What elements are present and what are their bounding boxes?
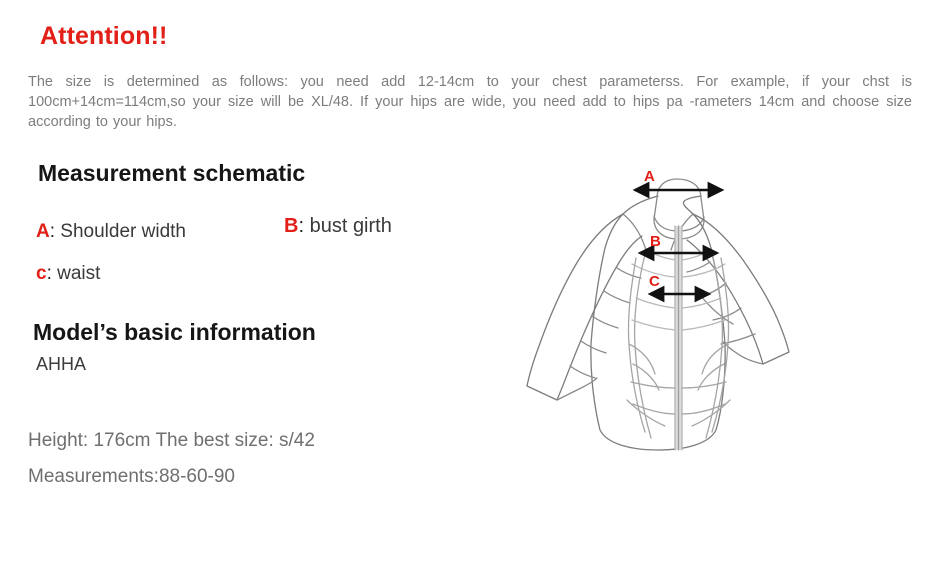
quilt-chest-left	[645, 249, 676, 261]
quilt-row-3-left	[631, 319, 676, 331]
legend-key-a: A	[36, 221, 50, 242]
page-title: Attention!!	[40, 22, 168, 50]
quilt-row-4-right	[681, 381, 727, 389]
quilt-row-3-right	[681, 319, 726, 331]
arrow-label-b: B	[650, 233, 661, 250]
sleeve-right-seg-4	[720, 333, 756, 345]
sleeve-left-outline	[526, 213, 643, 401]
sleeve-left-seg-4	[580, 340, 607, 354]
sleeve-left-seg-3	[591, 315, 619, 329]
jacket-illustration	[505, 138, 845, 478]
quilt-row-2-right	[681, 297, 722, 309]
legend-colon-a: :	[49, 221, 56, 242]
sleeve-right-outline	[686, 213, 790, 365]
sleeve-left-seg-2	[603, 290, 631, 304]
legend-key-c: c	[36, 263, 47, 284]
model-info-heading: Model’s basic information	[33, 319, 316, 345]
legend-item-a: A: Shoulder width	[36, 221, 186, 243]
legend-text-c: waist	[57, 263, 101, 284]
quilt-row-2-left	[635, 297, 676, 309]
sleeve-left-seg-1	[616, 267, 642, 279]
arrow-label-c: C	[649, 273, 660, 290]
sleeve-right-seg-1	[686, 261, 711, 273]
sleeve-left-cuff	[556, 377, 598, 401]
model-name: AHHA	[36, 354, 87, 374]
intro-paragraph: The size is determined as follows: you n…	[28, 74, 912, 130]
sleeve-right-seg-3	[712, 307, 742, 321]
product-size-guide-page: Attention!! The size is determined as fo…	[0, 0, 930, 564]
jacket-diagram-svg	[526, 178, 790, 451]
measurement-schematic-heading: Measurement schematic	[38, 160, 306, 186]
quilt-row-4-left	[630, 381, 676, 389]
model-height-and-size: Height: 176cm The best size: s/42	[28, 430, 315, 451]
legend-colon-b: :	[298, 215, 305, 237]
legend-item-b: B: bust girth	[284, 215, 392, 238]
shoulder-seam-left	[622, 213, 647, 251]
arrow-label-a: A	[644, 168, 655, 185]
legend-text-b: bust girth	[309, 215, 392, 237]
legend-colon-c: :	[46, 263, 52, 284]
model-measurements: Measurements:88-60-90	[28, 466, 235, 487]
legend-item-c: c: waist	[36, 263, 100, 285]
legend-text-a: Shoulder width	[60, 221, 186, 242]
legend-key-b: B	[284, 215, 299, 237]
jacket-outline-group	[526, 178, 790, 451]
